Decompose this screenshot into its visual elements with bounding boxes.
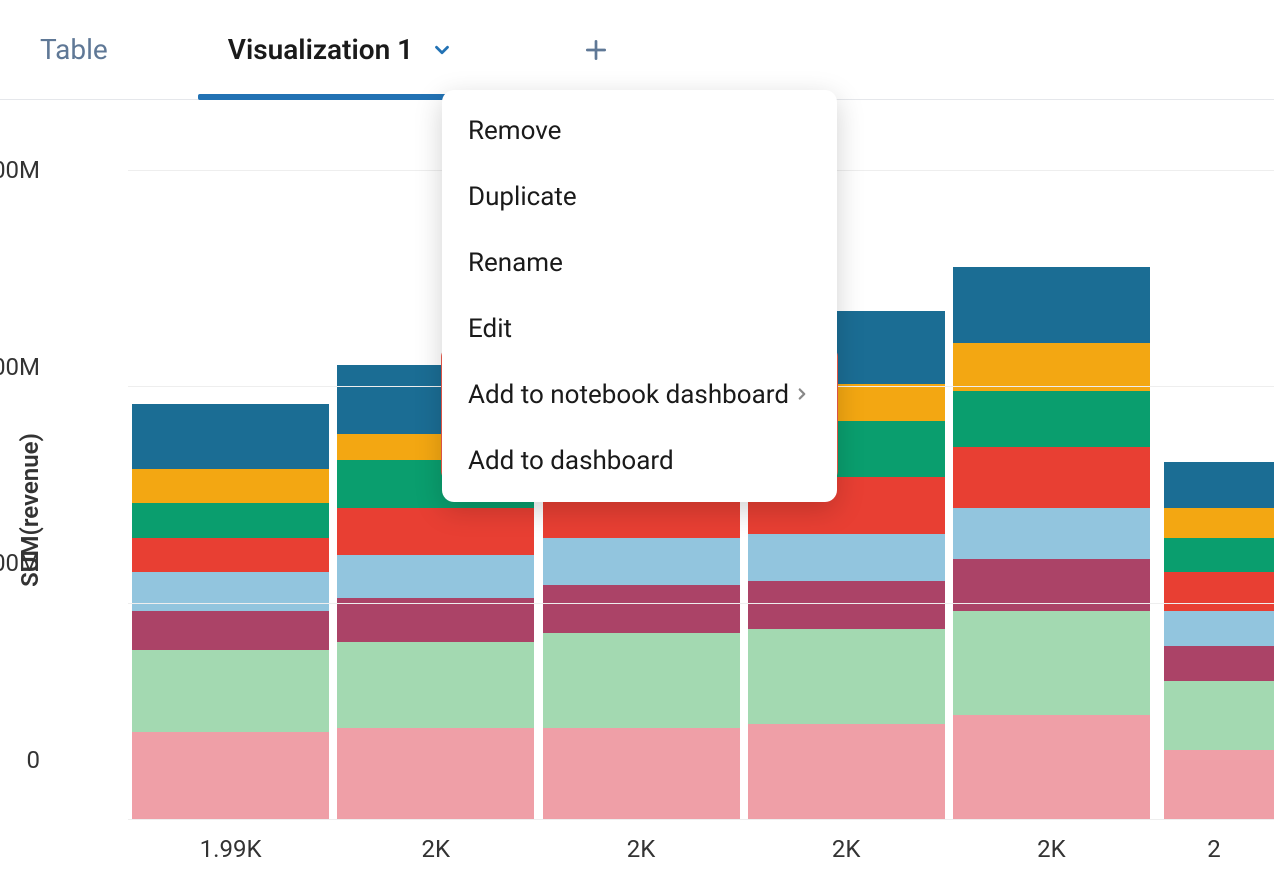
bar-segment: [748, 724, 945, 819]
bar-segment: [132, 503, 329, 538]
bar-segment: [953, 267, 1150, 343]
bar-segment: [337, 555, 534, 598]
menu-item-add-to-notebook-dashboard[interactable]: Add to notebook dashboard: [442, 362, 837, 428]
bar-segment: [132, 404, 329, 469]
x-tick-label: 2K: [832, 835, 861, 863]
bar-segment: [1164, 646, 1274, 681]
chevron-down-icon[interactable]: [431, 39, 453, 61]
bar-segment: [132, 469, 329, 504]
x-tick-label: 2K: [1037, 835, 1066, 863]
bar-segment: [132, 650, 329, 732]
bar-segment: [748, 534, 945, 582]
stacked-bar[interactable]: [953, 267, 1150, 819]
bar-segment: [543, 728, 740, 819]
menu-item-duplicate[interactable]: Duplicate: [442, 164, 837, 230]
bar-segment: [1164, 750, 1274, 819]
bar-segment: [337, 642, 534, 729]
bar-segment: [748, 629, 945, 724]
bar-segment: [337, 508, 534, 556]
chevron-right-icon: [793, 380, 811, 410]
menu-item-rename[interactable]: Rename: [442, 230, 837, 296]
stacked-bar[interactable]: [1164, 462, 1274, 819]
bar-slot: 2K: [949, 170, 1154, 819]
bar-segment: [953, 715, 1150, 819]
menu-item-label: Add to notebook dashboard: [468, 380, 789, 410]
bar-segment: [132, 611, 329, 650]
bar-segment: [953, 343, 1150, 391]
bar-segment: [1164, 572, 1274, 611]
stacked-bar[interactable]: [132, 404, 329, 819]
menu-item-label: Remove: [468, 116, 561, 146]
bar-segment: [748, 581, 945, 629]
menu-item-add-to-dashboard[interactable]: Add to dashboard: [442, 428, 837, 494]
tab-context-menu: Remove Duplicate Rename Edit Add to notebook…: [442, 90, 837, 502]
tab-table[interactable]: Table: [40, 0, 148, 99]
bar-slot: 1.99K: [128, 170, 333, 819]
bar-slot: 2: [1154, 170, 1274, 819]
bar-segment: [543, 585, 740, 633]
bar-segment: [337, 598, 534, 641]
x-tick-label: 2K: [627, 835, 656, 863]
tab-label: Table: [40, 33, 108, 66]
bar-segment: [543, 538, 740, 586]
y-tick-label: 300M: [0, 156, 40, 184]
bar-segment: [1164, 681, 1274, 750]
tab-bar: Table Visualization 1: [0, 0, 1274, 100]
menu-item-remove[interactable]: Remove: [442, 98, 837, 164]
bar-segment: [1164, 611, 1274, 646]
x-tick-label: 2: [1207, 835, 1221, 863]
tab-label: Visualization 1: [228, 33, 413, 66]
bar-segment: [953, 508, 1150, 560]
bar-segment: [1164, 538, 1274, 573]
bar-segment: [953, 447, 1150, 508]
bar-segment: [1164, 462, 1274, 507]
bar-segment: [132, 732, 329, 819]
menu-item-label: Rename: [468, 248, 563, 278]
gridline: [128, 819, 1274, 820]
menu-item-label: Edit: [468, 314, 512, 344]
y-tick-label: 200M: [0, 353, 40, 381]
y-tick-label: 0: [0, 746, 40, 774]
gridline: [128, 603, 1274, 604]
bar-segment: [953, 611, 1150, 715]
bar-segment: [132, 538, 329, 573]
bar-segment: [1164, 508, 1274, 538]
bar-segment: [132, 572, 329, 611]
x-tick-label: 2K: [422, 835, 451, 863]
tab-visualization-1[interactable]: Visualization 1: [228, 0, 493, 99]
bar-segment: [543, 633, 740, 728]
add-tab-button[interactable]: [573, 37, 619, 63]
x-tick-label: 1.99K: [200, 835, 262, 863]
bar-segment: [337, 728, 534, 819]
menu-item-label: Duplicate: [468, 182, 577, 212]
bar-segment: [953, 391, 1150, 447]
menu-item-label: Add to dashboard: [468, 446, 674, 476]
menu-item-edit[interactable]: Edit: [442, 296, 837, 362]
y-tick-label: 100M: [0, 549, 40, 577]
